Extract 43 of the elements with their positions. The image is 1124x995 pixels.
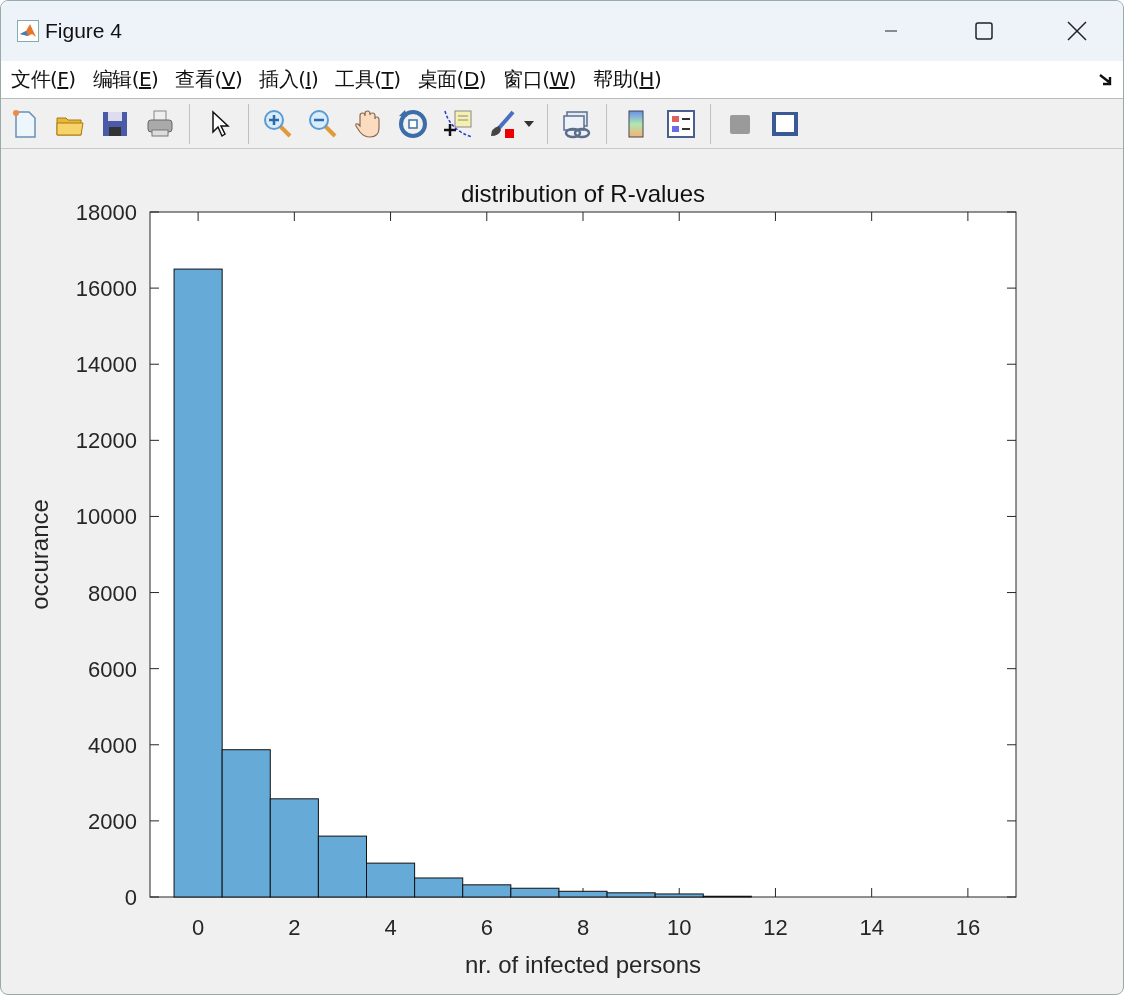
x-tick-label: 8 — [576, 915, 590, 940]
y-tick-label: 0 — [124, 885, 137, 910]
y-tick-label: 10000 — [75, 504, 137, 530]
menu-item[interactable]: 文件(F) — [11, 66, 76, 94]
legend-icon[interactable] — [665, 107, 697, 140]
x-tick-label: 16 — [955, 915, 981, 940]
menu-item[interactable]: 帮助(H) — [593, 66, 662, 94]
y-tick-label: 14000 — [75, 352, 137, 378]
x-tick-label: 10 — [667, 915, 692, 940]
caret-icon[interactable] — [524, 120, 534, 127]
menu-item[interactable]: 编辑(E) — [92, 66, 159, 94]
x-tick-label: 14 — [859, 915, 884, 940]
y-tick-label: 18000 — [75, 200, 137, 225]
menu-item[interactable]: 工具(T) — [335, 66, 401, 94]
close-icon — [1066, 21, 1087, 41]
y-tick-label: 8000 — [88, 580, 137, 606]
y-tick-label: 2000 — [88, 808, 137, 834]
rotate-icon[interactable] — [397, 107, 429, 140]
dock-arrow-icon[interactable] — [1099, 73, 1113, 86]
menu-item[interactable]: 插入(I) — [259, 66, 319, 94]
maximize-icon — [974, 22, 993, 40]
zoom-out-icon[interactable] — [307, 107, 339, 140]
x-axis-label: nr. of infected persons — [464, 951, 702, 978]
print-icon[interactable] — [144, 107, 176, 140]
app-icon — [17, 20, 39, 42]
menu-item[interactable]: 桌面(D) — [417, 66, 487, 94]
zoom-in-icon[interactable] — [262, 107, 294, 140]
y-axis-label: occurance — [26, 499, 53, 610]
x-tick-label: 12 — [763, 915, 788, 940]
data-cursor-icon[interactable] — [442, 107, 474, 140]
x-tick-label: 4 — [384, 915, 397, 940]
x-tick-label: 6 — [480, 915, 493, 940]
menu-item[interactable]: 查看(V) — [175, 66, 243, 94]
y-tick-label: 4000 — [88, 732, 137, 758]
y-tick-label: 16000 — [75, 276, 137, 302]
chart-title: distribution of R-values — [460, 180, 706, 207]
y-tick-label: 6000 — [88, 656, 137, 682]
window-title: Figure 4 — [45, 19, 123, 43]
y-tick-label: 12000 — [75, 428, 137, 454]
histogram-bar — [510, 887, 560, 898]
menu-item[interactable]: 窗口(W) — [503, 66, 577, 94]
x-tick-label: 2 — [288, 915, 301, 940]
x-tick-label: 0 — [192, 915, 205, 940]
